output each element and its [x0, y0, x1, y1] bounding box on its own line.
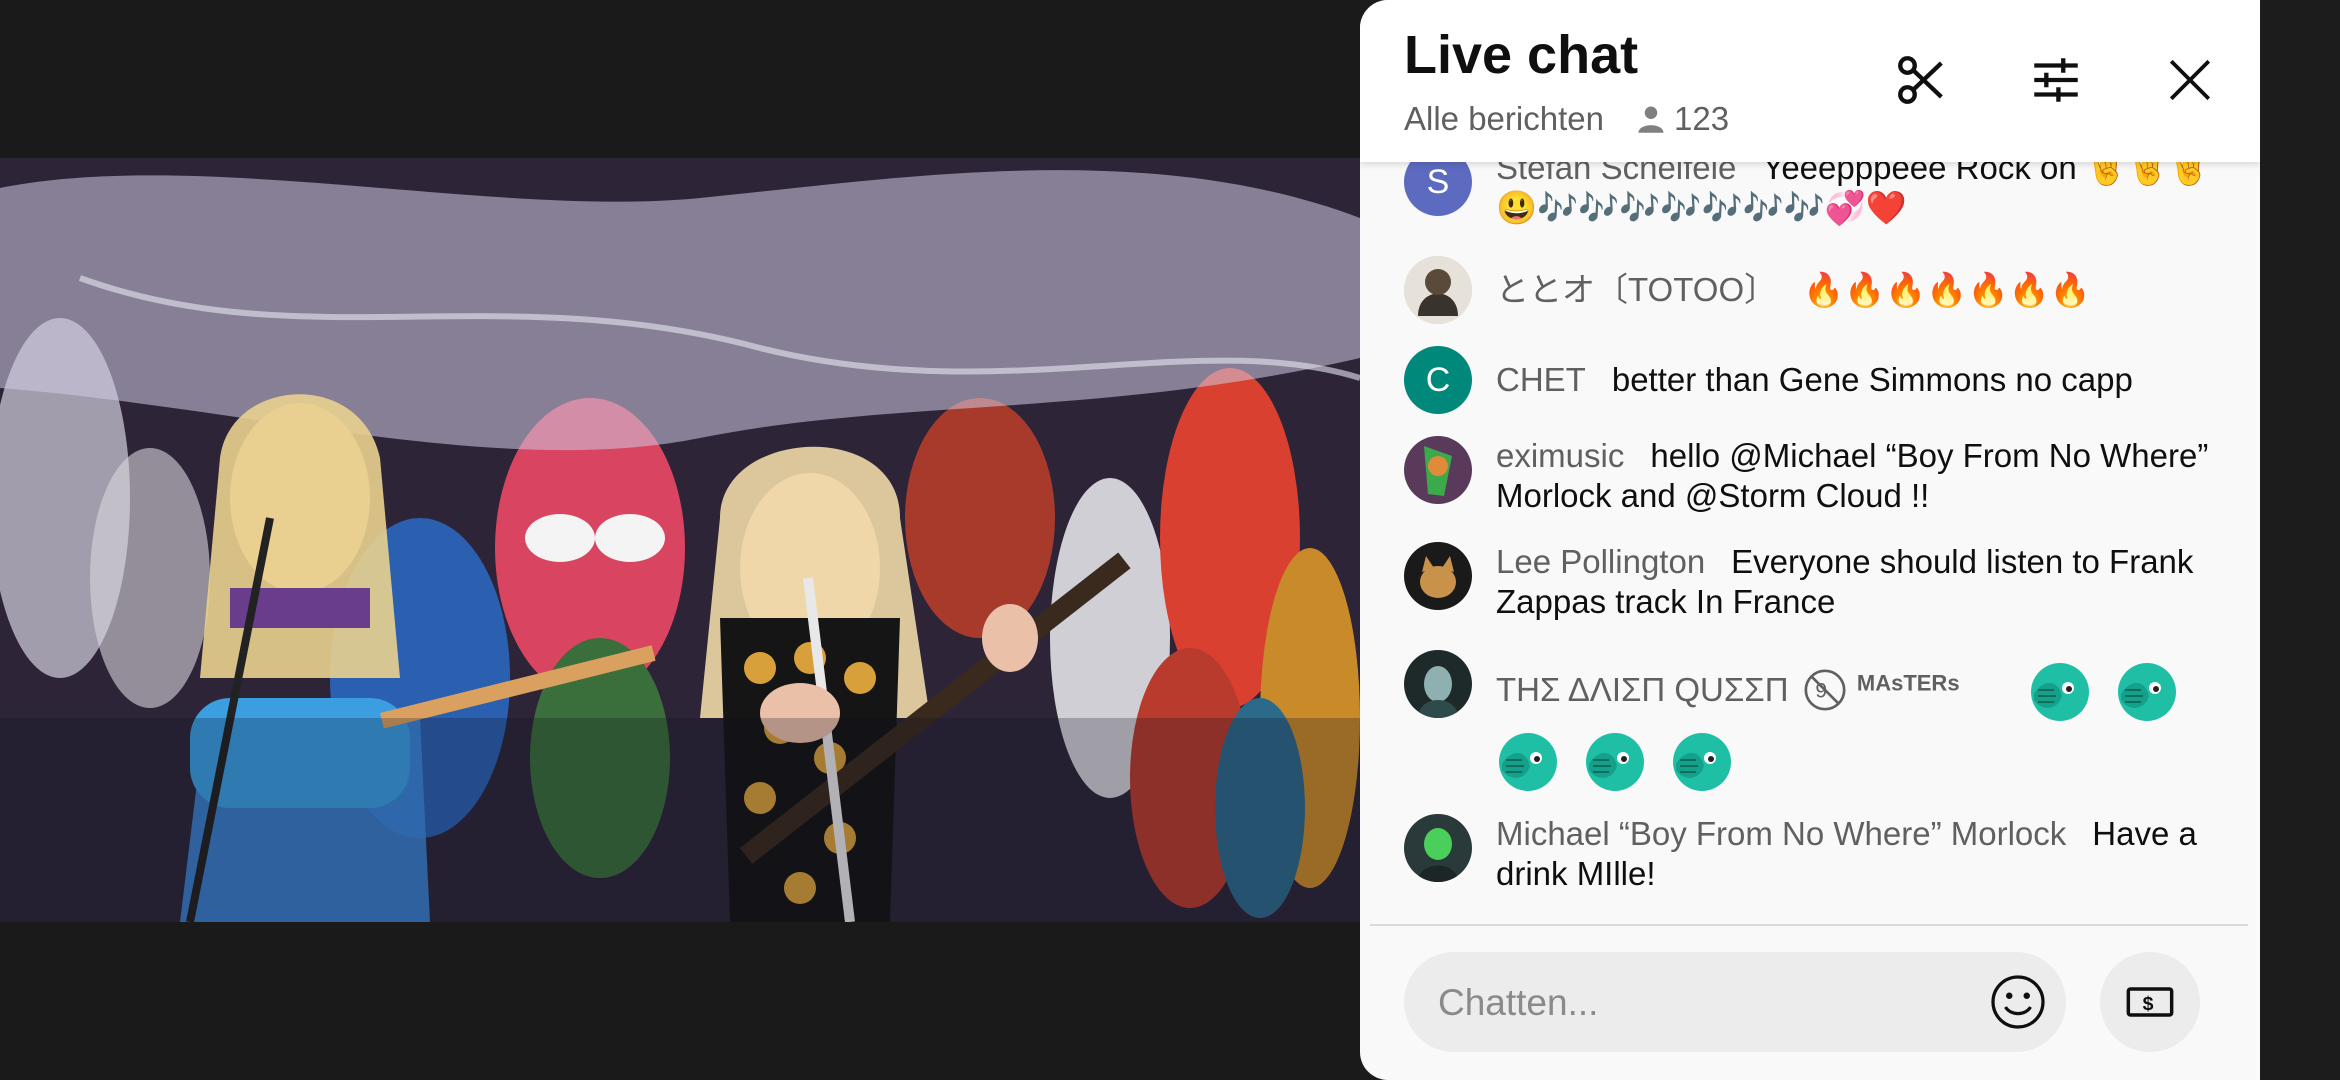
chat-input-placeholder: Chatten...	[1438, 982, 1599, 1023]
chat-settings-button[interactable]	[2026, 50, 2086, 110]
face-palm-emote-icon	[1586, 733, 1645, 791]
clip-button[interactable]	[1892, 50, 1952, 110]
message-author[interactable]: ととオ〔TOTOO〕	[1496, 271, 1777, 308]
message-author[interactable]: Michael “Boy From No Where” Morlock	[1496, 815, 2066, 852]
message-body: Lee Pollington Everyone should listen to …	[1496, 542, 2226, 622]
avatar	[1404, 542, 1472, 610]
screen-edge	[2260, 0, 2340, 1080]
message-body: Michael “Boy From No Where” Morlock Have …	[1496, 814, 2226, 894]
footer-divider	[1370, 924, 2248, 926]
dollar-bill-icon: $	[2126, 987, 2174, 1017]
avatar-image	[1404, 436, 1472, 504]
avatar-letter: S	[1426, 162, 1450, 201]
person-icon	[1638, 106, 1664, 133]
avatar-image	[1404, 814, 1472, 882]
viewer-count: 123	[1674, 100, 1730, 137]
badge-label: MAsTERs	[1856, 670, 1960, 696]
chat-header: Live chat Alle berichten 123	[1360, 0, 2260, 162]
chat-message-list[interactable]: S Stefan Scheifele Yeeepppeee Rock on 🤘🤘🤘…	[1360, 150, 2260, 920]
svg-text:$: $	[2143, 993, 2154, 1015]
avatar	[1404, 256, 1472, 324]
message-body: CHET better than Gene Simmons no capp	[1496, 360, 2226, 400]
avatar-image	[1404, 650, 1472, 718]
message-author[interactable]: eximusic	[1496, 437, 1624, 474]
close-chat-button[interactable]	[2160, 50, 2220, 110]
avatar	[1404, 814, 1472, 882]
svg-text:9: 9	[1815, 679, 1827, 702]
face-palm-emote-icon	[2030, 663, 2089, 721]
avatar	[1404, 436, 1472, 504]
close-icon	[2169, 59, 2211, 101]
message-author[interactable]: CHET	[1496, 361, 1586, 398]
message-body: ととオ〔TOTOO〕 🔥🔥🔥🔥🔥🔥🔥	[1496, 270, 2226, 310]
member-badge-icon: 9	[1804, 669, 1846, 711]
message-body: ΤΗΣ ΔΛΙΣΠ QUΣΣΠ 9 MAsTERs	[1496, 660, 2226, 800]
viewer-count-badge: 123	[1636, 100, 1729, 138]
chat-mode-selector[interactable]: Alle berichten	[1404, 100, 1604, 138]
face-palm-emote-icon	[1673, 733, 1732, 791]
avatar	[1404, 650, 1472, 718]
smiley-icon[interactable]	[1988, 972, 2048, 1032]
tune-icon	[2034, 58, 2078, 102]
message-text: better than Gene Simmons no capp	[1611, 361, 2133, 398]
video-frame[interactable]	[0, 158, 1360, 922]
live-chat-panel: Live chat Alle berichten 123 S Stefan Sc…	[1360, 0, 2260, 1080]
video-content-image	[0, 158, 1360, 922]
avatar-letter: C	[1425, 360, 1451, 399]
video-player[interactable]	[0, 0, 1360, 1080]
avatar-image	[1404, 256, 1472, 324]
face-palm-emote-icon	[1499, 733, 1557, 791]
face-palm-emote-icon	[2118, 663, 2177, 721]
message-author[interactable]: Lee Pollington	[1496, 543, 1705, 580]
message-text: 🔥🔥🔥🔥🔥🔥🔥	[1803, 271, 2091, 308]
chat-input[interactable]: Chatten...	[1404, 952, 2066, 1052]
chat-title: Live chat	[1404, 25, 1639, 85]
message-author[interactable]: ΤΗΣ ΔΛΙΣΠ QUΣΣΠ	[1496, 671, 1789, 708]
scissors-icon	[1898, 56, 1943, 104]
avatar-image	[1404, 542, 1472, 610]
message-body: eximusic hello @Michael “Boy From No Wher…	[1496, 436, 2226, 516]
avatar: C	[1404, 346, 1472, 414]
super-chat-button[interactable]: $	[2100, 952, 2200, 1052]
